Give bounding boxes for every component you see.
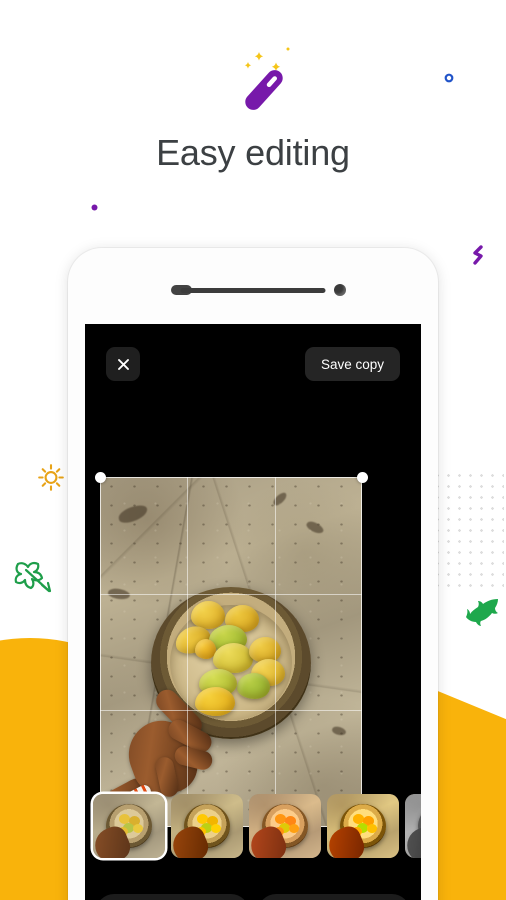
phone-speaker-grille [180, 288, 326, 293]
magic-wand-icon [244, 47, 290, 110]
filter-thumbnail[interactable] [327, 794, 399, 858]
close-button[interactable] [106, 347, 140, 381]
filter-thumbnail[interactable] [249, 794, 321, 858]
front-camera [334, 284, 346, 296]
filter-thumbnail[interactable] [171, 794, 243, 858]
zigzag-icon [473, 245, 483, 265]
crop-border [100, 477, 362, 827]
editor-app-bar: Save copy [85, 324, 421, 396]
crop-handle-top-left[interactable] [94, 471, 106, 483]
filter-thumbnail[interactable] [405, 794, 421, 858]
phone-screen: Save copy [85, 324, 421, 900]
filter-thumbnail[interactable] [93, 794, 165, 858]
crop-button[interactable]: Crop [257, 894, 410, 900]
filter-preview [249, 794, 321, 858]
editor-action-bar: Rotate Crop [85, 894, 421, 900]
filter-preview [405, 794, 421, 858]
leaf-icon [466, 599, 498, 626]
fern-doodle-icon [14, 561, 52, 593]
small-dot-icon [91, 204, 98, 211]
phone-mockup: Save copy [68, 248, 438, 900]
save-copy-label: Save copy [320, 356, 384, 372]
rotate-button[interactable]: Rotate [96, 894, 249, 900]
promo-screen: Easy editing Save copy [0, 0, 506, 900]
filter-preview [171, 794, 243, 858]
dot-grid-decoration [432, 470, 504, 595]
filter-preview [327, 794, 399, 858]
small-circle-icon [444, 73, 454, 83]
crop-handle-top-right[interactable] [356, 471, 368, 483]
filter-preview [93, 794, 165, 858]
crop-surface[interactable] [94, 471, 368, 833]
crop-grid [94, 471, 368, 833]
filter-filmstrip[interactable] [85, 790, 421, 862]
save-copy-button[interactable]: Save copy [304, 347, 400, 381]
page-title: Easy editing [156, 132, 350, 173]
close-icon [117, 358, 129, 370]
sun-doodle-icon [38, 464, 64, 491]
